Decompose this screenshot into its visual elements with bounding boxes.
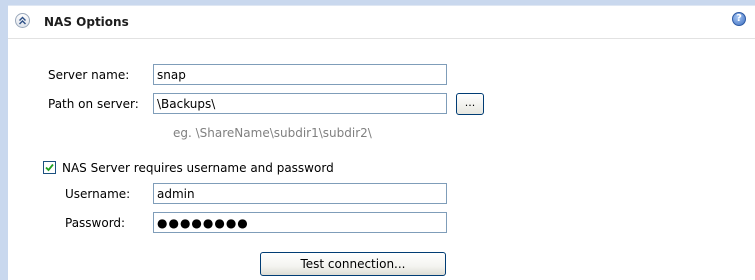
credentials-checkbox-label[interactable]: NAS Server requires username and passwor…	[62, 161, 334, 175]
chevron-double-up-icon	[19, 16, 26, 25]
browse-button[interactable]: ...	[456, 93, 484, 115]
panel-header: NAS Options ?	[8, 6, 755, 39]
server-name-input[interactable]	[153, 64, 447, 85]
test-connection-button[interactable]: Test connection...	[260, 252, 446, 276]
password-label: Password:	[65, 216, 126, 230]
nas-options-panel: NAS Options ? Server name: Path on serve…	[8, 5, 755, 280]
checkmark-icon	[45, 163, 54, 172]
password-input[interactable]	[153, 212, 447, 233]
username-input[interactable]	[153, 183, 447, 204]
server-name-label: Server name:	[48, 68, 130, 82]
credentials-checkbox[interactable]	[43, 161, 56, 174]
path-on-server-label: Path on server:	[48, 97, 139, 111]
collapse-button[interactable]	[15, 13, 30, 28]
username-label: Username:	[65, 187, 131, 201]
path-on-server-input[interactable]	[153, 93, 447, 114]
panel-title: NAS Options	[44, 15, 129, 29]
path-hint: eg. \ShareName\subdir1\subdir2\	[173, 126, 372, 140]
help-icon[interactable]: ?	[732, 12, 746, 26]
